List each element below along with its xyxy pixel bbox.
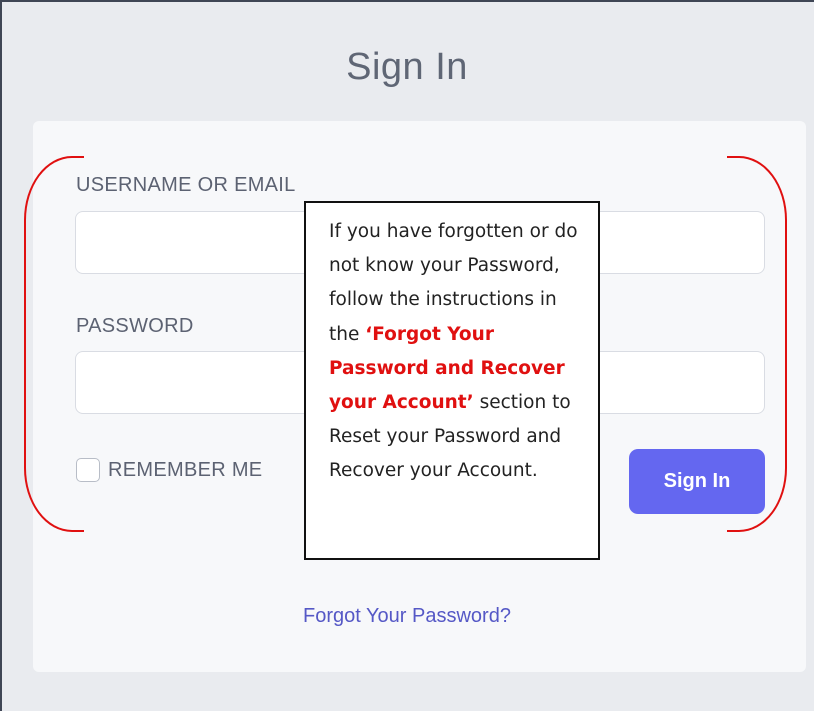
forgot-password-link[interactable]: Forgot Your Password? — [0, 605, 814, 628]
instruction-callout: If you have forgotten or do not know you… — [304, 201, 600, 560]
page-title: Sign In — [346, 46, 468, 88]
password-label: PASSWORD — [76, 315, 194, 337]
remember-me-label: REMEMBER ME — [108, 458, 263, 481]
annotation-bracket-right — [727, 156, 787, 532]
username-label: USERNAME OR EMAIL — [76, 174, 296, 196]
remember-me[interactable]: REMEMBER ME — [76, 458, 262, 482]
annotation-bracket-left — [24, 156, 84, 532]
